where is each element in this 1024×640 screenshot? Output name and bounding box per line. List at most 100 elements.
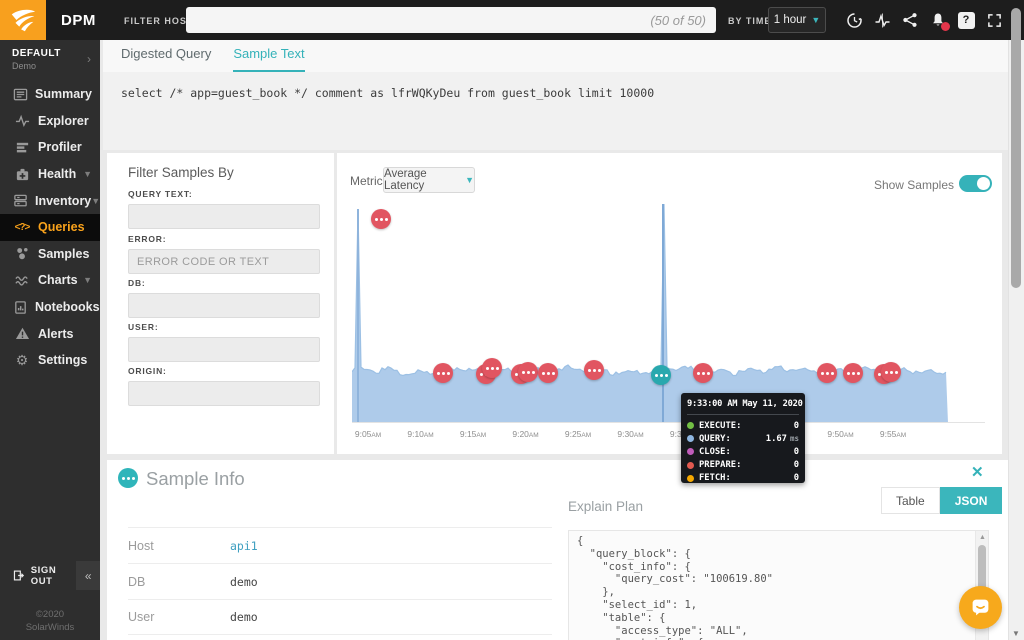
time-range-select[interactable]: 1 hour ▼ — [768, 7, 826, 33]
help-icon[interactable]: ? — [957, 11, 975, 29]
table-view-button[interactable]: Table — [881, 487, 940, 514]
filter-hosts-input[interactable] — [186, 7, 716, 33]
sample-info-row-host: Host api1 — [128, 527, 552, 563]
page-scrollbar-thumb[interactable] — [1011, 8, 1021, 288]
ellipsis-icon — [547, 372, 550, 375]
sidebar-item-label: Health — [38, 167, 76, 181]
toggle-knob — [977, 177, 990, 190]
sample-dots-icon — [118, 468, 138, 488]
fullscreen-icon[interactable] — [985, 11, 1003, 29]
series-color-dot — [687, 435, 694, 442]
sidebar-item-label: Settings — [38, 353, 87, 367]
ellipsis-icon — [852, 372, 855, 375]
chat-launcher-button[interactable] — [959, 586, 1002, 629]
charts-icon — [13, 273, 31, 288]
filter-group-user: USER: — [128, 322, 320, 362]
error-sample-marker[interactable] — [433, 363, 453, 383]
ellipsis-icon — [491, 367, 494, 370]
query-text-input[interactable] — [128, 204, 320, 229]
series-unit: ms — [790, 434, 799, 443]
metric-select[interactable]: Average Latency ▼ — [383, 167, 475, 193]
series-value: 0 — [794, 421, 799, 431]
error-sample-marker[interactable] — [817, 363, 837, 383]
origin-label: ORIGIN: — [128, 366, 320, 376]
environment-name: DEFAULT — [12, 48, 90, 59]
show-samples-toggle[interactable] — [959, 175, 992, 192]
x-tick-label: 9:05AM — [355, 429, 381, 439]
share-icon[interactable] — [901, 11, 919, 29]
error-sample-marker[interactable] — [584, 360, 604, 380]
ellipsis-icon — [380, 218, 383, 221]
sidebar-item-explorer[interactable]: Explorer — [0, 108, 100, 135]
sidebar-item-label: Charts — [38, 273, 78, 287]
copyright: ©2020 SolarWinds — [0, 608, 100, 634]
sidebar-item-label: Queries — [38, 220, 85, 234]
sidebar-item-settings[interactable]: ⚙Settings — [0, 347, 100, 374]
host-value-link[interactable]: api1 — [230, 539, 258, 553]
explorer-icon — [13, 113, 31, 128]
notifications-icon[interactable] — [929, 11, 947, 29]
ellipsis-icon — [890, 371, 893, 374]
error-sample-marker[interactable] — [693, 363, 713, 383]
sample-info-table: Host api1 DB demo User demo — [128, 527, 552, 635]
error-input[interactable] — [128, 249, 320, 274]
selected-sample-marker[interactable] — [651, 365, 671, 385]
solarwinds-logo[interactable] — [0, 0, 46, 40]
sidebar-item-summary[interactable]: Summary — [0, 81, 100, 108]
sidebar-item-label: Samples — [38, 247, 89, 261]
health-icon — [13, 167, 31, 182]
tab-digested-query[interactable]: Digested Query — [121, 46, 211, 72]
notification-badge — [941, 22, 950, 31]
app-root: DPM FILTER HOSTS BY TIME 1 hour ▼ ? DEFA… — [0, 0, 1024, 640]
chat-icon — [970, 597, 991, 618]
series-label: FETCH: — [699, 473, 731, 483]
db-input[interactable] — [128, 293, 320, 318]
chevron-down-icon: ▼ — [811, 15, 820, 25]
sidebar-item-notebooks[interactable]: Notebooks — [0, 294, 100, 321]
user-row-label: User — [128, 610, 230, 624]
history-icon[interactable] — [845, 11, 863, 29]
activity-icon[interactable] — [873, 11, 891, 29]
error-sample-marker[interactable] — [371, 209, 391, 229]
close-icon[interactable]: ✕ — [971, 465, 984, 480]
error-sample-marker[interactable] — [518, 362, 538, 382]
sidebar-item-alerts[interactable]: Alerts — [0, 320, 100, 347]
ellipsis-icon — [527, 371, 530, 374]
sidebar-item-health[interactable]: Health▼ — [0, 161, 100, 188]
sidebar-nav: Summary ExplorerProfilerHealth▼Inventory▼… — [0, 81, 100, 374]
series-color-dot — [687, 475, 694, 482]
ellipsis-icon — [826, 372, 829, 375]
sidebar-item-profiler[interactable]: Profiler — [0, 134, 100, 161]
environment-switcher[interactable]: DEFAULT Demo › — [0, 40, 100, 81]
sidebar-item-label: Summary — [35, 87, 92, 101]
user-input[interactable] — [128, 337, 320, 362]
scroll-up-icon[interactable]: ▲ — [976, 531, 989, 543]
sidebar-item-charts[interactable]: Charts▼ — [0, 267, 100, 294]
page-scroll-down-icon[interactable]: ▼ — [1008, 627, 1024, 639]
sidebar-item-inventory[interactable]: Inventory▼ — [0, 187, 100, 214]
page-scrollbar[interactable]: ▼ — [1008, 40, 1024, 640]
filter-group-db: DB: — [128, 278, 320, 318]
notebooks-icon — [13, 300, 28, 315]
sample-info-row-user: User demo — [128, 599, 552, 635]
sidebar-collapse-button[interactable]: « — [76, 561, 100, 590]
sign-out-button[interactable]: SIGN OUT — [0, 565, 76, 587]
sidebar-item-samples[interactable]: Samples — [0, 241, 100, 268]
error-sample-marker[interactable] — [881, 362, 901, 382]
latency-area-chart[interactable] — [352, 203, 985, 423]
json-view-button[interactable]: JSON — [940, 487, 1003, 514]
copyright-brand: SolarWinds — [0, 621, 100, 634]
topbar: DPM FILTER HOSTS BY TIME 1 hour ▼ ? — [0, 0, 1024, 40]
topbar-icons: ? — [845, 0, 1003, 40]
error-label: ERROR: — [128, 234, 320, 244]
origin-input[interactable] — [128, 381, 320, 406]
error-sample-marker[interactable] — [843, 363, 863, 383]
filter-samples-panel: Filter Samples By QUERY TEXT: ERROR: DB:… — [107, 153, 334, 454]
metric-value: Average Latency — [384, 168, 460, 192]
chevron-right-icon: › — [87, 52, 91, 66]
sidebar-item-queries[interactable]: <?>Queries — [0, 214, 100, 241]
error-sample-marker[interactable] — [482, 358, 502, 378]
error-sample-marker[interactable] — [538, 363, 558, 383]
tab-sample-text[interactable]: Sample Text — [233, 46, 304, 72]
sidebar-item-label: Alerts — [38, 327, 73, 341]
